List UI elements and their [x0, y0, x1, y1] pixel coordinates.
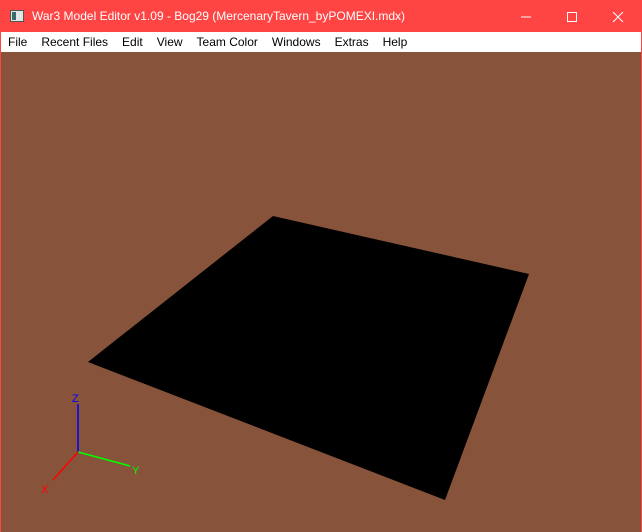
y-axis-label: Y	[132, 465, 140, 477]
title-bar[interactable]: War3 Model Editor v1.09 - Bog29 (Mercena…	[1, 1, 641, 32]
menu-team-color[interactable]: Team Color	[197, 35, 258, 49]
close-button[interactable]	[595, 1, 641, 32]
model-plane	[88, 216, 529, 500]
app-icon	[10, 10, 24, 22]
3d-viewport[interactable]: Z Y X	[1, 52, 641, 532]
maximize-button[interactable]	[549, 1, 595, 32]
menu-help[interactable]: Help	[383, 35, 408, 49]
minimize-button[interactable]	[503, 1, 549, 32]
window-title: War3 Model Editor v1.09 - Bog29 (Mercena…	[32, 9, 406, 23]
x-axis-label: X	[41, 484, 49, 496]
menu-edit[interactable]: Edit	[122, 35, 143, 49]
menu-windows[interactable]: Windows	[272, 35, 321, 49]
menu-recent-files[interactable]: Recent Files	[41, 35, 108, 49]
menu-bar: File Recent Files Edit View Team Color W…	[1, 32, 641, 52]
y-axis	[77, 451, 131, 467]
menu-file[interactable]: File	[8, 35, 27, 49]
x-axis	[52, 451, 79, 481]
menu-view[interactable]: View	[157, 35, 183, 49]
app-window: War3 Model Editor v1.09 - Bog29 (Mercena…	[0, 0, 642, 532]
z-axis-label: Z	[72, 393, 79, 405]
menu-extras[interactable]: Extras	[335, 35, 369, 49]
